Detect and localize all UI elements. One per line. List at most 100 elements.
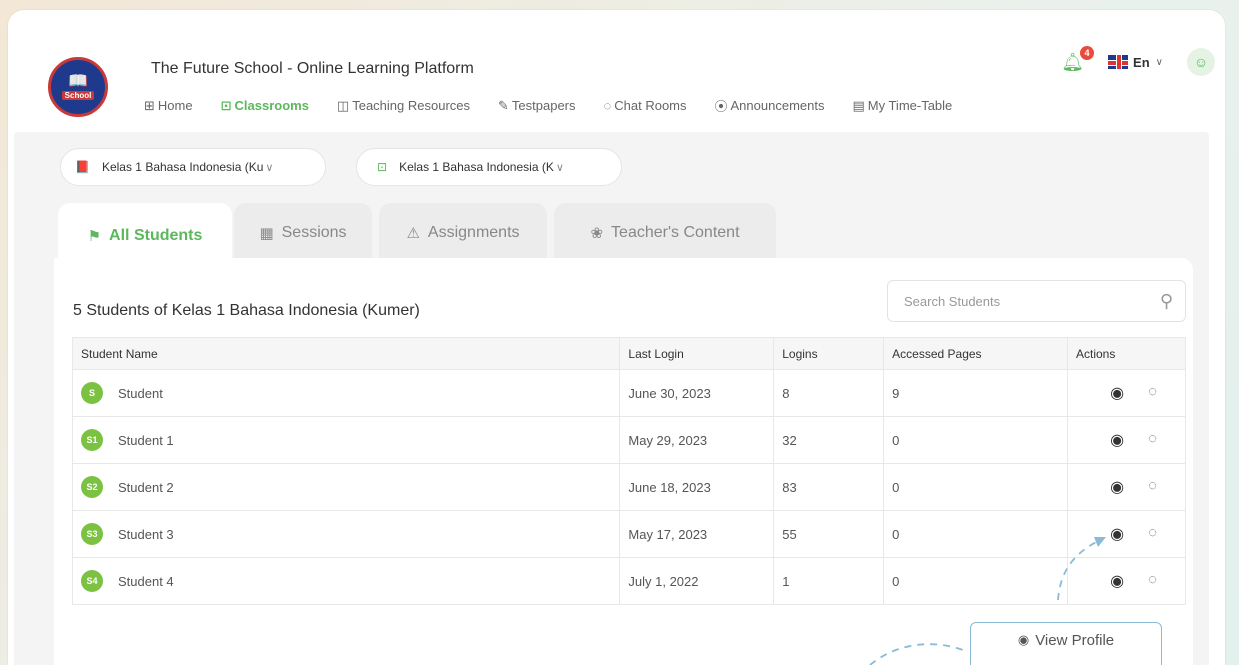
chat-icon[interactable]: ◌ bbox=[1148, 383, 1157, 403]
logo-text: School bbox=[61, 91, 95, 100]
subject-icon: 📕 bbox=[75, 160, 90, 174]
main-nav: ⊞ Home ⊡ Classrooms ◫ Teaching Resources ✎ T… bbox=[144, 96, 980, 115]
chevron-down-icon[interactable]: ∨ bbox=[1156, 57, 1163, 68]
table-row: S4 Student 4 July 1, 2022 1 0 ◉ ◌ bbox=[71, 557, 1186, 605]
avatar: S3 bbox=[81, 523, 103, 545]
student-name-cell: S Student bbox=[71, 369, 621, 417]
header-actions: 🔔︎ 4 En ∨ ☺ bbox=[1061, 45, 1215, 76]
chat-icon[interactable]: ◌ bbox=[1148, 477, 1157, 497]
column-header[interactable]: Last Login bbox=[619, 337, 775, 370]
classroom-icon: ⊡ bbox=[377, 160, 388, 174]
nav-label: Teaching Resources bbox=[352, 98, 471, 113]
logins-cell: 8 bbox=[773, 369, 885, 417]
logins-cell: 1 bbox=[773, 557, 885, 605]
nav-label: Home bbox=[157, 98, 193, 113]
tab-teachers-content[interactable]: ❀ Teacher's Content bbox=[554, 203, 776, 263]
uk-flag-icon bbox=[1108, 55, 1129, 69]
search-icon[interactable]: ⚲ bbox=[1160, 291, 1173, 312]
students-table: Student Name Last Login Logins Accessed … bbox=[71, 337, 1186, 605]
actions-cell: ◉ ◌ bbox=[1067, 416, 1186, 464]
tab-assignments[interactable]: ⚠ Assignments bbox=[379, 203, 547, 263]
avatar: S4 bbox=[81, 570, 103, 592]
classroom-icon: ⊡ bbox=[220, 97, 232, 113]
eye-icon[interactable]: ◉ bbox=[1110, 477, 1124, 497]
callout-label: View Profile bbox=[1035, 632, 1115, 649]
student-name: Student 4 bbox=[118, 573, 174, 589]
column-header[interactable]: Logins bbox=[773, 337, 885, 370]
avatar: S bbox=[81, 382, 103, 404]
accessed-pages-cell: 0 bbox=[883, 557, 1068, 605]
nav-label: Testpapers bbox=[511, 98, 576, 113]
last-login-cell: May 29, 2023 bbox=[619, 416, 775, 464]
students-icon: ⚑ bbox=[87, 228, 102, 245]
panel-title: 5 Students of Kelas 1 Bahasa Indonesia (… bbox=[73, 302, 420, 319]
eye-icon[interactable]: ◉ bbox=[1110, 571, 1124, 591]
eye-icon[interactable]: ◉ bbox=[1110, 430, 1124, 450]
student-name-cell: S3 Student 3 bbox=[71, 510, 621, 558]
student-name-cell: S4 Student 4 bbox=[71, 557, 621, 605]
accessed-pages-cell: 0 bbox=[883, 416, 1068, 464]
chat-icon[interactable]: ◌ bbox=[1148, 524, 1157, 544]
notification-badge: 4 bbox=[1080, 45, 1095, 60]
avatar: S1 bbox=[81, 429, 103, 451]
table-row: S1 Student 1 May 29, 2023 32 0 ◉ ◌ bbox=[71, 416, 1186, 464]
school-logo[interactable]: 📖 School bbox=[48, 57, 108, 117]
class-selector[interactable]: ⊡ Kelas 1 Bahasa Indonesia (K ∨ bbox=[356, 148, 622, 186]
student-name: Student 2 bbox=[118, 479, 174, 495]
logins-cell: 83 bbox=[773, 463, 885, 511]
accessed-pages-cell: 0 bbox=[883, 463, 1068, 511]
megaphone-icon: ⦿ bbox=[714, 99, 728, 114]
accessed-pages-cell: 9 bbox=[883, 369, 1068, 417]
calendar-icon: ▤ bbox=[852, 97, 865, 113]
accessed-pages-cell: 0 bbox=[883, 510, 1068, 558]
column-header[interactable]: Student Name bbox=[71, 337, 621, 370]
home-icon: ⊞ bbox=[144, 97, 155, 113]
eye-icon[interactable]: ◉ bbox=[1110, 383, 1124, 403]
search-box[interactable]: ⚲ bbox=[887, 280, 1186, 322]
table-header-row: Student Name Last Login Logins Accessed … bbox=[71, 337, 1186, 370]
nav-classrooms[interactable]: ⊡ Classrooms bbox=[221, 96, 309, 115]
column-header: Actions bbox=[1067, 337, 1186, 370]
notifications-button[interactable]: 🔔︎ 4 bbox=[1061, 45, 1095, 73]
eye-icon[interactable]: ◉ bbox=[1110, 524, 1124, 544]
student-name: Student bbox=[118, 385, 163, 401]
avatar: S2 bbox=[81, 476, 103, 498]
chevron-down-icon: ∨ bbox=[265, 161, 274, 174]
table-row: S3 Student 3 May 17, 2023 55 0 ◉ ◌ bbox=[71, 510, 1186, 558]
last-login-cell: June 18, 2023 bbox=[619, 463, 775, 511]
nav-testpapers[interactable]: ✎ Testpapers bbox=[498, 96, 576, 115]
nav-home[interactable]: ⊞ Home bbox=[144, 96, 193, 115]
book-icon: ◫ bbox=[336, 97, 350, 113]
nav-chat-rooms[interactable]: ◌ Chat Rooms bbox=[604, 96, 687, 115]
column-header[interactable]: Accessed Pages bbox=[883, 337, 1068, 370]
table-row: S2 Student 2 June 18, 2023 83 0 ◉ ◌ bbox=[71, 463, 1186, 511]
user-profile-button[interactable]: ☺ bbox=[1187, 48, 1215, 76]
nav-timetable[interactable]: ▤ My Time-Table bbox=[852, 96, 952, 115]
nav-label: My Time-Table bbox=[867, 98, 953, 113]
tab-label: Assignments bbox=[427, 224, 520, 241]
chat-icon: ◌ bbox=[603, 98, 612, 113]
user-icon: ☺ bbox=[1193, 54, 1209, 70]
class-selector-value: Kelas 1 Bahasa Indonesia (K bbox=[399, 160, 554, 174]
chat-icon[interactable]: ◌ bbox=[1148, 430, 1157, 450]
nav-announcements[interactable]: ⦿ Announcements bbox=[715, 96, 825, 115]
actions-cell: ◉ ◌ bbox=[1067, 557, 1186, 605]
content-icon: ❀ bbox=[590, 225, 604, 242]
assignment-icon: ⚠ bbox=[406, 225, 420, 242]
logins-cell: 55 bbox=[773, 510, 885, 558]
student-name-cell: S1 Student 1 bbox=[71, 416, 621, 464]
search-input[interactable] bbox=[904, 293, 1160, 309]
chat-icon[interactable]: ◌ bbox=[1148, 571, 1157, 591]
actions-cell: ◉ ◌ bbox=[1067, 510, 1186, 558]
student-name: Student 3 bbox=[118, 526, 174, 542]
language-selector[interactable]: En bbox=[1133, 55, 1150, 70]
actions-cell: ◉ ◌ bbox=[1067, 369, 1186, 417]
nav-teaching-resources[interactable]: ◫ Teaching Resources bbox=[337, 96, 470, 115]
nav-label: Chat Rooms bbox=[614, 98, 687, 113]
last-login-cell: July 1, 2022 bbox=[619, 557, 775, 605]
book-icon: 📖 bbox=[68, 73, 88, 90]
tab-sessions[interactable]: ▦ Sessions bbox=[234, 203, 372, 263]
chevron-down-icon: ∨ bbox=[555, 161, 564, 174]
subject-selector[interactable]: 📕 Kelas 1 Bahasa Indonesia (Ku ∨ bbox=[60, 148, 326, 186]
student-name: Student 1 bbox=[118, 432, 174, 448]
